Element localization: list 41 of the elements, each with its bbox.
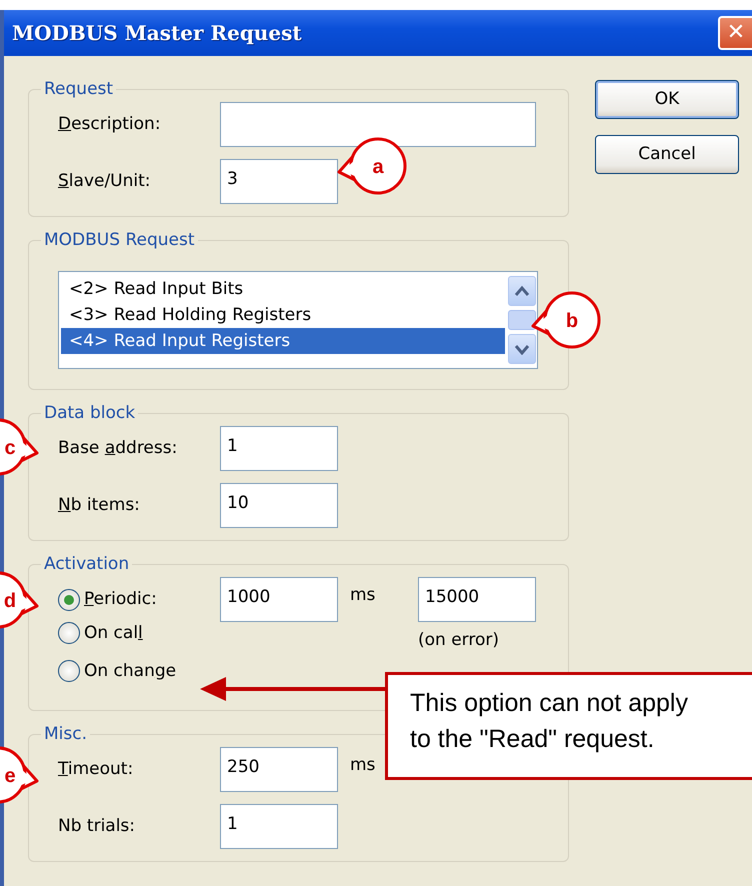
input-field[interactable]: 15000 xyxy=(418,577,536,622)
request-list[interactable]: <2> Read Input Bits <3> Read Holding Registers <4> Read Input Registers xyxy=(58,271,538,370)
input-field[interactable]: 1 xyxy=(220,804,338,850)
chevron-up-icon xyxy=(514,285,530,298)
unit-label: ms xyxy=(350,754,376,778)
list-item[interactable]: <2> Read Input Bits xyxy=(61,276,505,302)
chevron-down-icon xyxy=(514,343,530,356)
window-title: MODBUS Master Request xyxy=(11,20,302,47)
field-label: Nb trials: xyxy=(58,815,136,838)
input-field[interactable]: 1000 xyxy=(220,577,338,622)
scroll-up-button[interactable] xyxy=(508,276,536,306)
field-label: Base address: xyxy=(58,437,178,460)
group-title: Activation xyxy=(43,553,130,576)
input-field[interactable]: 3 xyxy=(220,159,338,204)
radio-button[interactable] xyxy=(58,660,80,682)
radio-button[interactable] xyxy=(58,622,80,644)
list-item[interactable]: <4> Read Input Registers xyxy=(61,328,505,354)
group-title: Request xyxy=(43,78,114,100)
radio-label: Periodic: xyxy=(84,588,157,612)
radio-label: On call xyxy=(84,622,143,645)
radio-button[interactable] xyxy=(58,588,80,611)
input-field[interactable]: 10 xyxy=(220,483,338,528)
list-item[interactable]: <3> Read Holding Registers xyxy=(61,302,505,328)
group-title: MODBUS Request xyxy=(43,229,196,252)
field-label: Timeout: xyxy=(58,758,134,782)
input-field[interactable]: 1 xyxy=(220,426,338,472)
group-title: Misc. xyxy=(43,723,88,746)
group-title: Data block xyxy=(43,402,136,424)
ok-button[interactable]: OK xyxy=(595,80,739,119)
caption-label: (on error) xyxy=(418,628,499,652)
annotation-note: This option can not apply to the "Read" request. xyxy=(385,672,752,780)
unit-label: ms xyxy=(350,584,376,608)
input-field[interactable] xyxy=(220,102,536,148)
field-label: Description: xyxy=(58,112,162,136)
scroll-down-button[interactable] xyxy=(508,334,536,364)
scroll-thumb[interactable] xyxy=(508,310,536,330)
field-label: Nb items: xyxy=(58,494,141,518)
radio-label: On change xyxy=(84,660,176,683)
cancel-button[interactable]: Cancel xyxy=(595,135,739,174)
input-field[interactable]: 250 xyxy=(220,747,338,792)
field-label: Slave/Unit: xyxy=(58,170,152,193)
